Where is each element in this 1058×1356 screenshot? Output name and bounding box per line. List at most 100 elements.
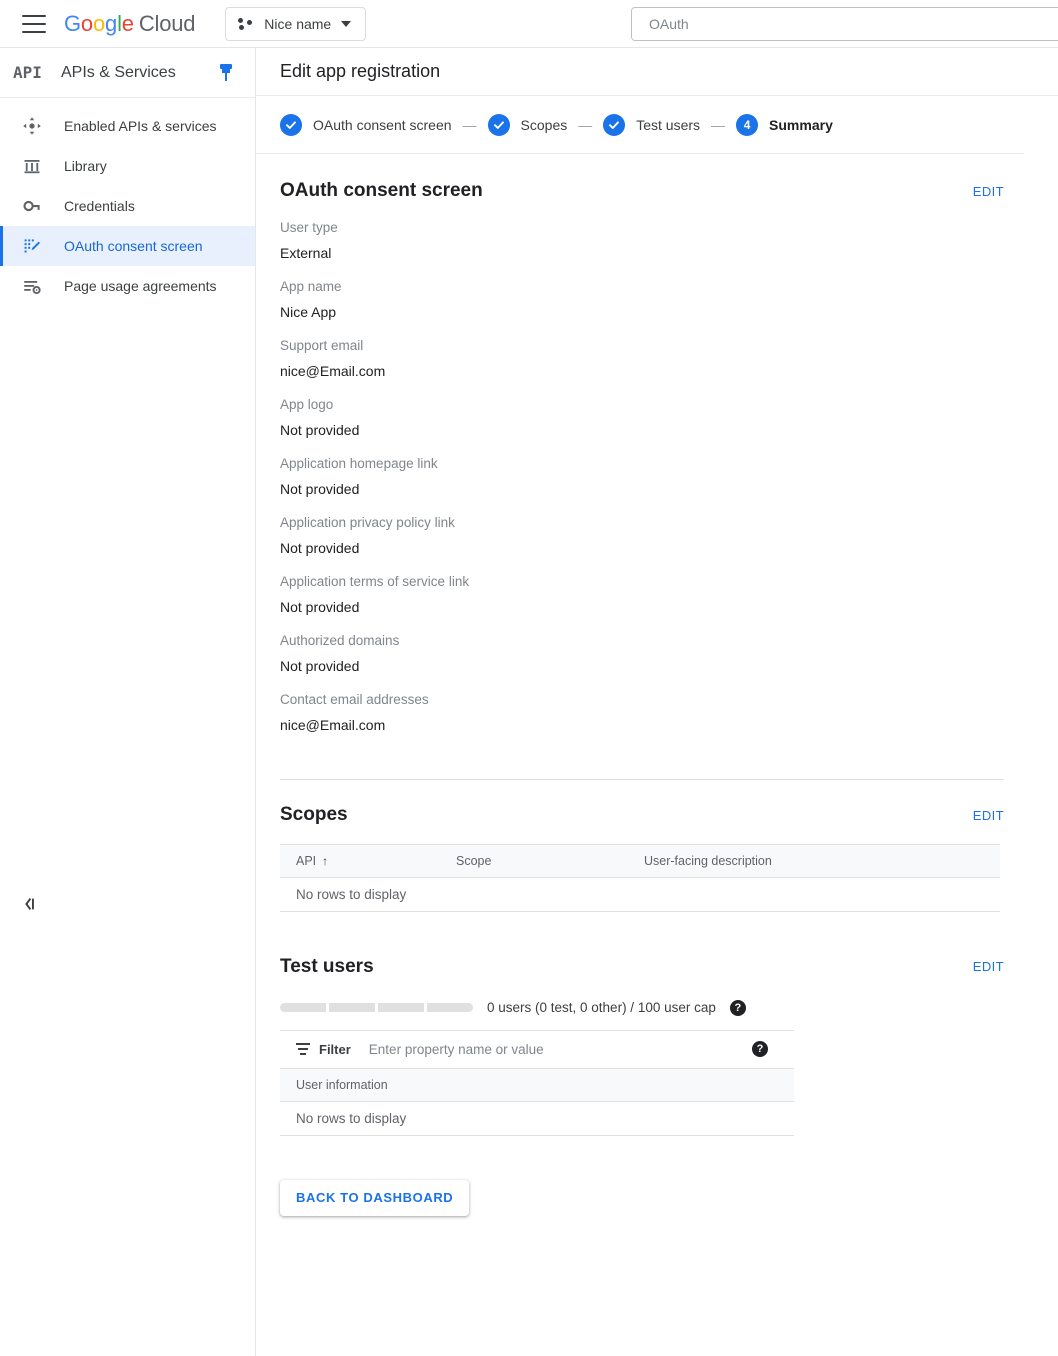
step-separator: — <box>462 116 477 133</box>
user-cap-usage-row: 0 users (0 test, 0 other) / 100 user cap… <box>280 999 1058 1016</box>
scopes-table: API ↑ Scope User-facing description No ro… <box>280 844 1000 930</box>
sidebar-nav: Enabled APIs & services Library Credenti… <box>0 98 255 306</box>
hamburger-menu-icon[interactable] <box>22 14 46 33</box>
test-users-filter-row[interactable]: Filter Enter property name or value ? <box>280 1029 794 1068</box>
step-label: Summary <box>769 116 833 133</box>
page-title: Edit app registration <box>280 61 441 81</box>
brand-cloud-text: Cloud <box>138 10 196 36</box>
main-content: Edit app registration OAuth consent scre… <box>256 48 1058 1356</box>
sidebar-header: API APIs & Services <box>0 48 255 98</box>
field-label: User type <box>280 220 338 235</box>
column-header-user-information[interactable]: User information <box>280 1067 794 1102</box>
column-header-api[interactable]: API ↑ <box>280 844 440 878</box>
step-label: OAuth consent screen <box>313 116 452 133</box>
top-app-bar: Google Cloud Nice name OAuth <box>0 0 1058 48</box>
field-value: nice@Email.com <box>280 363 386 379</box>
step-test-users[interactable]: Test users <box>603 113 701 136</box>
step-number: 4 <box>743 117 751 132</box>
field-app-name: App name Nice App <box>280 279 1058 320</box>
oauth-section-title: OAuth consent screen <box>280 180 483 201</box>
edit-oauth-consent-link[interactable]: EDIT <box>973 184 1004 199</box>
page-usage-icon <box>22 276 42 296</box>
field-value: Nice App <box>280 304 337 320</box>
test-users-section-header: Test users EDIT <box>280 956 1004 978</box>
step-complete-check-icon <box>603 113 626 136</box>
step-label: Scopes <box>520 116 568 133</box>
field-value: External <box>280 245 332 261</box>
sidebar-item-label: Credentials <box>64 198 135 214</box>
field-user-type: User type External <box>280 220 1058 261</box>
scopes-section-header: Scopes EDIT <box>280 804 1004 826</box>
field-label: Application homepage link <box>280 456 438 471</box>
field-label: App logo <box>280 397 334 412</box>
sidebar-title: APIs & Services <box>61 63 176 81</box>
oauth-consent-summary-section: OAuth consent screen EDIT User type Exte… <box>280 154 1058 733</box>
test-users-section-title: Test users <box>280 955 374 977</box>
collapse-panel-icon[interactable] <box>22 896 40 916</box>
user-cap-text: 0 users (0 test, 0 other) / 100 user cap <box>487 1000 716 1015</box>
project-dots-icon <box>238 17 254 31</box>
summary-content: OAuth consent screen EDIT User type Exte… <box>256 154 1058 1136</box>
field-value: nice@Email.com <box>280 717 386 733</box>
filter-input-placeholder[interactable]: Enter property name or value <box>369 1042 544 1057</box>
field-label: Contact email addresses <box>280 692 429 707</box>
oauth-section-header: OAuth consent screen EDIT <box>280 180 1004 202</box>
api-logo-text: API <box>13 63 42 82</box>
step-scopes[interactable]: Scopes <box>487 113 568 136</box>
filter-icon <box>296 1043 310 1055</box>
sidebar-item-oauth-consent-screen[interactable]: OAuth consent screen <box>0 226 255 266</box>
chevron-down-icon <box>341 20 352 27</box>
step-label: Test users <box>636 116 701 133</box>
field-label: Support email <box>280 338 364 353</box>
back-to-dashboard-button[interactable]: BACK TO DASHBOARD <box>280 1179 470 1216</box>
field-label: App name <box>280 279 342 294</box>
project-name-label: Nice name <box>264 15 332 32</box>
google-cloud-logo[interactable]: Google Cloud <box>64 11 195 37</box>
key-icon <box>22 196 42 216</box>
step-summary[interactable]: 4 Summary <box>736 113 833 136</box>
sidebar-item-credentials[interactable]: Credentials <box>0 186 255 226</box>
user-cap-progress-bar <box>280 1003 473 1012</box>
pin-icon[interactable] <box>219 63 233 82</box>
sidebar-item-page-usage-agreements[interactable]: Page usage agreements <box>0 266 255 306</box>
field-label: Authorized domains <box>280 633 400 648</box>
scopes-summary-section: Scopes EDIT API ↑ Scope User-facing descr… <box>280 780 1058 930</box>
user-cap-help-icon[interactable]: ? <box>729 999 746 1016</box>
filter-help-icon[interactable]: ? <box>752 1041 768 1057</box>
step-oauth-consent-screen[interactable]: OAuth consent screen <box>280 113 452 136</box>
empty-state-text: No rows to display <box>280 877 1000 912</box>
column-header-scope[interactable]: Scope <box>440 844 628 878</box>
empty-state-text: No rows to display <box>280 1101 794 1136</box>
field-support-email: Support email nice@Email.com <box>280 338 1058 379</box>
sidebar-item-label: OAuth consent screen <box>64 238 203 254</box>
field-label: Application terms of service link <box>280 574 470 589</box>
sidebar: API APIs & Services Enabled APIs & servi… <box>0 48 256 1356</box>
field-application-terms-of-service-link: Application terms of service link Not pr… <box>280 574 1058 615</box>
search-input[interactable]: OAuth <box>631 7 1058 41</box>
step-separator: — <box>711 116 726 133</box>
table-header-row: API ↑ Scope User-facing description <box>280 844 1000 878</box>
search-value: OAuth <box>649 16 689 32</box>
field-value: Not provided <box>280 658 360 674</box>
field-value: Not provided <box>280 540 360 556</box>
field-value: Not provided <box>280 599 360 615</box>
test-users-summary-section: Test users EDIT 0 users (0 test, 0 other… <box>280 930 1058 1136</box>
column-header-label: API <box>296 854 317 868</box>
step-separator: — <box>578 116 593 133</box>
field-authorized-domains: Authorized domains Not provided <box>280 633 1058 674</box>
sidebar-item-label: Page usage agreements <box>64 278 217 294</box>
field-label: Application privacy policy link <box>280 515 455 530</box>
page-header: Edit app registration <box>256 48 1058 96</box>
consent-screen-icon <box>22 236 42 256</box>
filter-label: Filter <box>319 1041 351 1057</box>
column-header-user-facing-description[interactable]: User-facing description <box>628 844 1000 878</box>
edit-scopes-link[interactable]: EDIT <box>973 808 1004 823</box>
edit-test-users-link[interactable]: EDIT <box>973 959 1004 974</box>
sidebar-item-library[interactable]: Library <box>0 146 255 186</box>
table-empty-row: No rows to display <box>280 877 1000 912</box>
sidebar-item-enabled-apis[interactable]: Enabled APIs & services <box>0 106 255 146</box>
step-number-badge: 4 <box>736 113 759 136</box>
sort-ascending-icon: ↑ <box>322 854 329 868</box>
library-icon <box>22 156 42 176</box>
project-selector[interactable]: Nice name <box>225 6 367 41</box>
